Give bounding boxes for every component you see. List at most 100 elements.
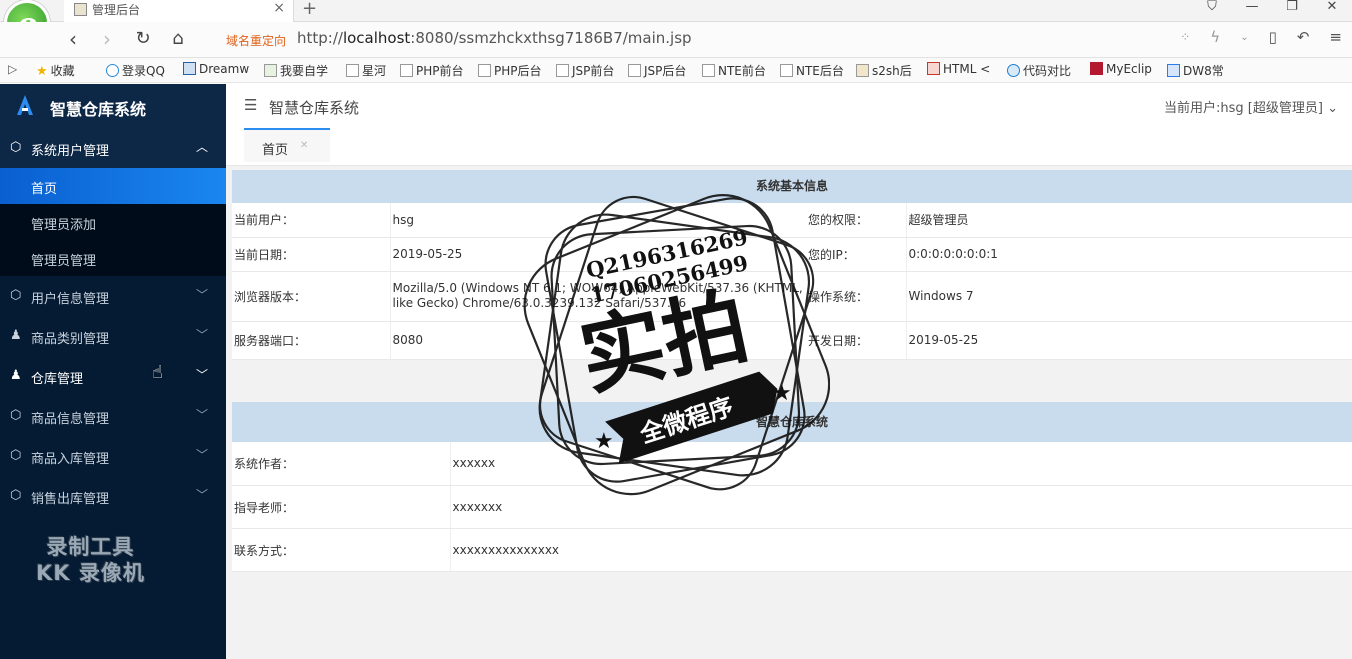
url-host: localhost — [342, 29, 411, 47]
bookmark-item[interactable]: PHP后台 — [478, 62, 542, 79]
section-title: 智慧仓库系统 — [232, 401, 1352, 442]
bookmark-item[interactable]: 我要自学 — [264, 62, 328, 79]
info-value: xxxxxxxxxxxxxxx — [449, 528, 1352, 572]
system-about-table: 系统作者： xxxxxx 指导老师： xxxxxxx 联系方式： xxxxxxx… — [232, 441, 1352, 572]
browser-tab[interactable]: 管理后台 × — [64, 0, 294, 22]
main-area: ☰ 智慧仓库系统 当前用户:hsg [超级管理员] ⌄ 首页 ✕ 系统基本信息 … — [226, 84, 1352, 659]
bookmark-item[interactable]: PHP前台 — [400, 62, 464, 79]
close-tab-icon[interactable]: × — [273, 0, 285, 16]
menu-sales-outbound[interactable]: ⬡ 销售出库管理 ﹀ — [0, 476, 226, 516]
info-key: 您的权限： — [806, 203, 906, 238]
reader-mode-icon[interactable]: ▯ — [1269, 28, 1277, 46]
refresh-icon[interactable]: ↻ — [132, 27, 154, 51]
undo-icon[interactable]: ↶ — [1297, 28, 1310, 46]
home-icon[interactable]: ⌂ — [167, 27, 189, 51]
new-tab-button[interactable]: + — [302, 0, 317, 19]
info-key: 操作系统： — [806, 271, 906, 322]
restore-icon[interactable]: ❐ — [1272, 0, 1312, 22]
content-panel: 系统基本信息 当前用户： hsg 您的权限： 超级管理员 当前日期： 2019-… — [232, 170, 1352, 572]
minimize-icon[interactable]: — — [1232, 0, 1272, 22]
info-value: 2019-05-25 — [905, 321, 1352, 360]
menu-user-info[interactable]: ⬡ 用户信息管理 ﹀ — [0, 276, 226, 316]
cube-icon: ⬡ — [10, 448, 22, 463]
menu-toggle-icon[interactable]: ☰ — [244, 96, 257, 114]
info-key: 指导老师： — [232, 485, 450, 529]
page-icon — [628, 64, 641, 77]
bookmark-item[interactable]: 登录QQ — [106, 62, 165, 79]
section-gap — [232, 359, 1352, 402]
lightning-icon[interactable]: ϟ — [1210, 28, 1220, 46]
dropdown-icon[interactable]: ⌄ — [1240, 32, 1248, 43]
sidebar-header: 智慧仓库系统 — [0, 84, 226, 128]
table-row: 浏览器版本： Mozilla/5.0 (Windows NT 6.1; WOW6… — [232, 271, 1352, 322]
close-window-icon[interactable]: ✕ — [1312, 0, 1352, 22]
tab-home[interactable]: 首页 ✕ — [244, 128, 330, 162]
bookmark-item[interactable]: HTML < — [927, 62, 990, 76]
chevron-down-icon: ﹀ — [195, 288, 208, 302]
submenu-admin-add[interactable]: 管理员添加 — [0, 204, 226, 240]
chevron-up-icon: ︿ — [195, 140, 208, 154]
submenu-admin-manage[interactable]: 管理员管理 — [0, 240, 226, 276]
browser-tab-bar: 管理后台 × + ⛉ — ❐ ✕ — [0, 0, 1352, 22]
bookmark-item[interactable]: JSP后台 — [628, 62, 686, 79]
info-value: xxxxxx — [449, 441, 1352, 486]
browser-tab-title: 管理后台 — [92, 3, 141, 17]
bookmark-item[interactable]: NTE前台 — [702, 62, 766, 79]
bookmark-icon — [1007, 64, 1020, 77]
menu-category[interactable]: ♟ 商品类别管理 ﹀ — [0, 316, 226, 356]
address-bar: ‹ › ↻ ⌂ 域名重定向 http://localhost:8080/ssmz… — [0, 22, 1352, 58]
close-icon[interactable]: ✕ — [300, 140, 308, 151]
sidebar-toggle-icon[interactable]: ▷ — [8, 62, 17, 76]
system-info-table: 当前用户： hsg 您的权限： 超级管理员 当前日期： 2019-05-25 您… — [232, 203, 1352, 360]
watermark-line: KK 录像机 — [36, 561, 145, 585]
info-value: hsg — [389, 203, 806, 238]
url-prefix: http:// — [297, 29, 343, 47]
page-icon — [780, 64, 793, 77]
star-icon: ★ — [36, 64, 48, 79]
menu-system-users[interactable]: ⬡ 系统用户管理 ︿ — [0, 128, 226, 168]
forward-icon[interactable]: › — [96, 27, 118, 51]
bookmark-item[interactable]: NTE后台 — [780, 62, 844, 79]
info-key: 当前日期： — [232, 237, 390, 272]
menu-icon[interactable]: ≡ — [1329, 28, 1342, 46]
bookmark-icon — [264, 64, 277, 77]
sidebar-title: 智慧仓库系统 — [50, 100, 147, 119]
bookmark-item[interactable]: ★ 收藏 — [36, 62, 75, 79]
page-icon — [556, 64, 569, 77]
bookmark-item[interactable]: MyEclip — [1090, 62, 1152, 76]
cube-icon: ⬡ — [10, 288, 22, 303]
bookmark-item[interactable]: 代码对比 — [1007, 62, 1071, 79]
redirect-label: 域名重定向 — [226, 34, 287, 48]
current-user-label: 当前用户:hsg [超级管理员] — [1164, 101, 1323, 116]
url-input[interactable]: http://localhost:8080/ssmzhckxthsg7186B7… — [297, 29, 692, 47]
shirt-skin-icon[interactable]: ⛉ — [1192, 0, 1232, 22]
submenu-home[interactable]: 首页 — [0, 168, 226, 204]
bookmark-item[interactable]: DW8常 — [1167, 62, 1224, 79]
info-key: 您的IP： — [806, 237, 906, 272]
info-value: 超级管理员 — [905, 203, 1352, 238]
bookmark-item[interactable]: JSP前台 — [556, 62, 614, 79]
bookmark-icon — [1090, 62, 1103, 75]
bookmark-icon — [927, 62, 940, 75]
menu-goods-info[interactable]: ⬡ 商品信息管理 ﹀ — [0, 396, 226, 436]
back-icon[interactable]: ‹ — [62, 27, 84, 51]
bookmark-icon — [106, 64, 119, 77]
header-title: 智慧仓库系统 — [269, 99, 360, 117]
menu-warehouse[interactable]: ♟ 仓库管理 ﹀ — [0, 356, 226, 396]
page-icon — [702, 64, 715, 77]
bookmark-icon — [183, 62, 196, 75]
app-sidebar: 智慧仓库系统 ⬡ 系统用户管理 ︿ 首页 管理员添加 管理员管理 ⬡ 用户信息管… — [0, 84, 226, 659]
table-row: 当前日期： 2019-05-25 您的IP： 0:0:0:0:0:0:0:1 — [232, 237, 1352, 272]
bookmark-item[interactable]: s2sh后 — [856, 62, 912, 79]
bookmark-icon — [856, 64, 869, 77]
menu-label: 用户信息管理 — [31, 292, 110, 307]
bookmark-item[interactable]: Dreamw — [183, 62, 249, 76]
recorder-watermark: 录制工具 KK 录像机 — [36, 534, 145, 586]
bookmark-item[interactable]: 星河 — [346, 62, 386, 79]
top-header: ☰ 智慧仓库系统 当前用户:hsg [超级管理员] ⌄ — [226, 84, 1352, 128]
chevron-down-icon: ⌄ — [1327, 101, 1338, 116]
apps-grid-icon[interactable]: ⁘ — [1180, 30, 1190, 44]
menu-goods-inbound[interactable]: ⬡ 商品入库管理 ﹀ — [0, 436, 226, 476]
info-value: 2019-05-25 — [389, 237, 806, 272]
current-user-dropdown[interactable]: 当前用户:hsg [超级管理员] ⌄ — [1164, 97, 1338, 116]
